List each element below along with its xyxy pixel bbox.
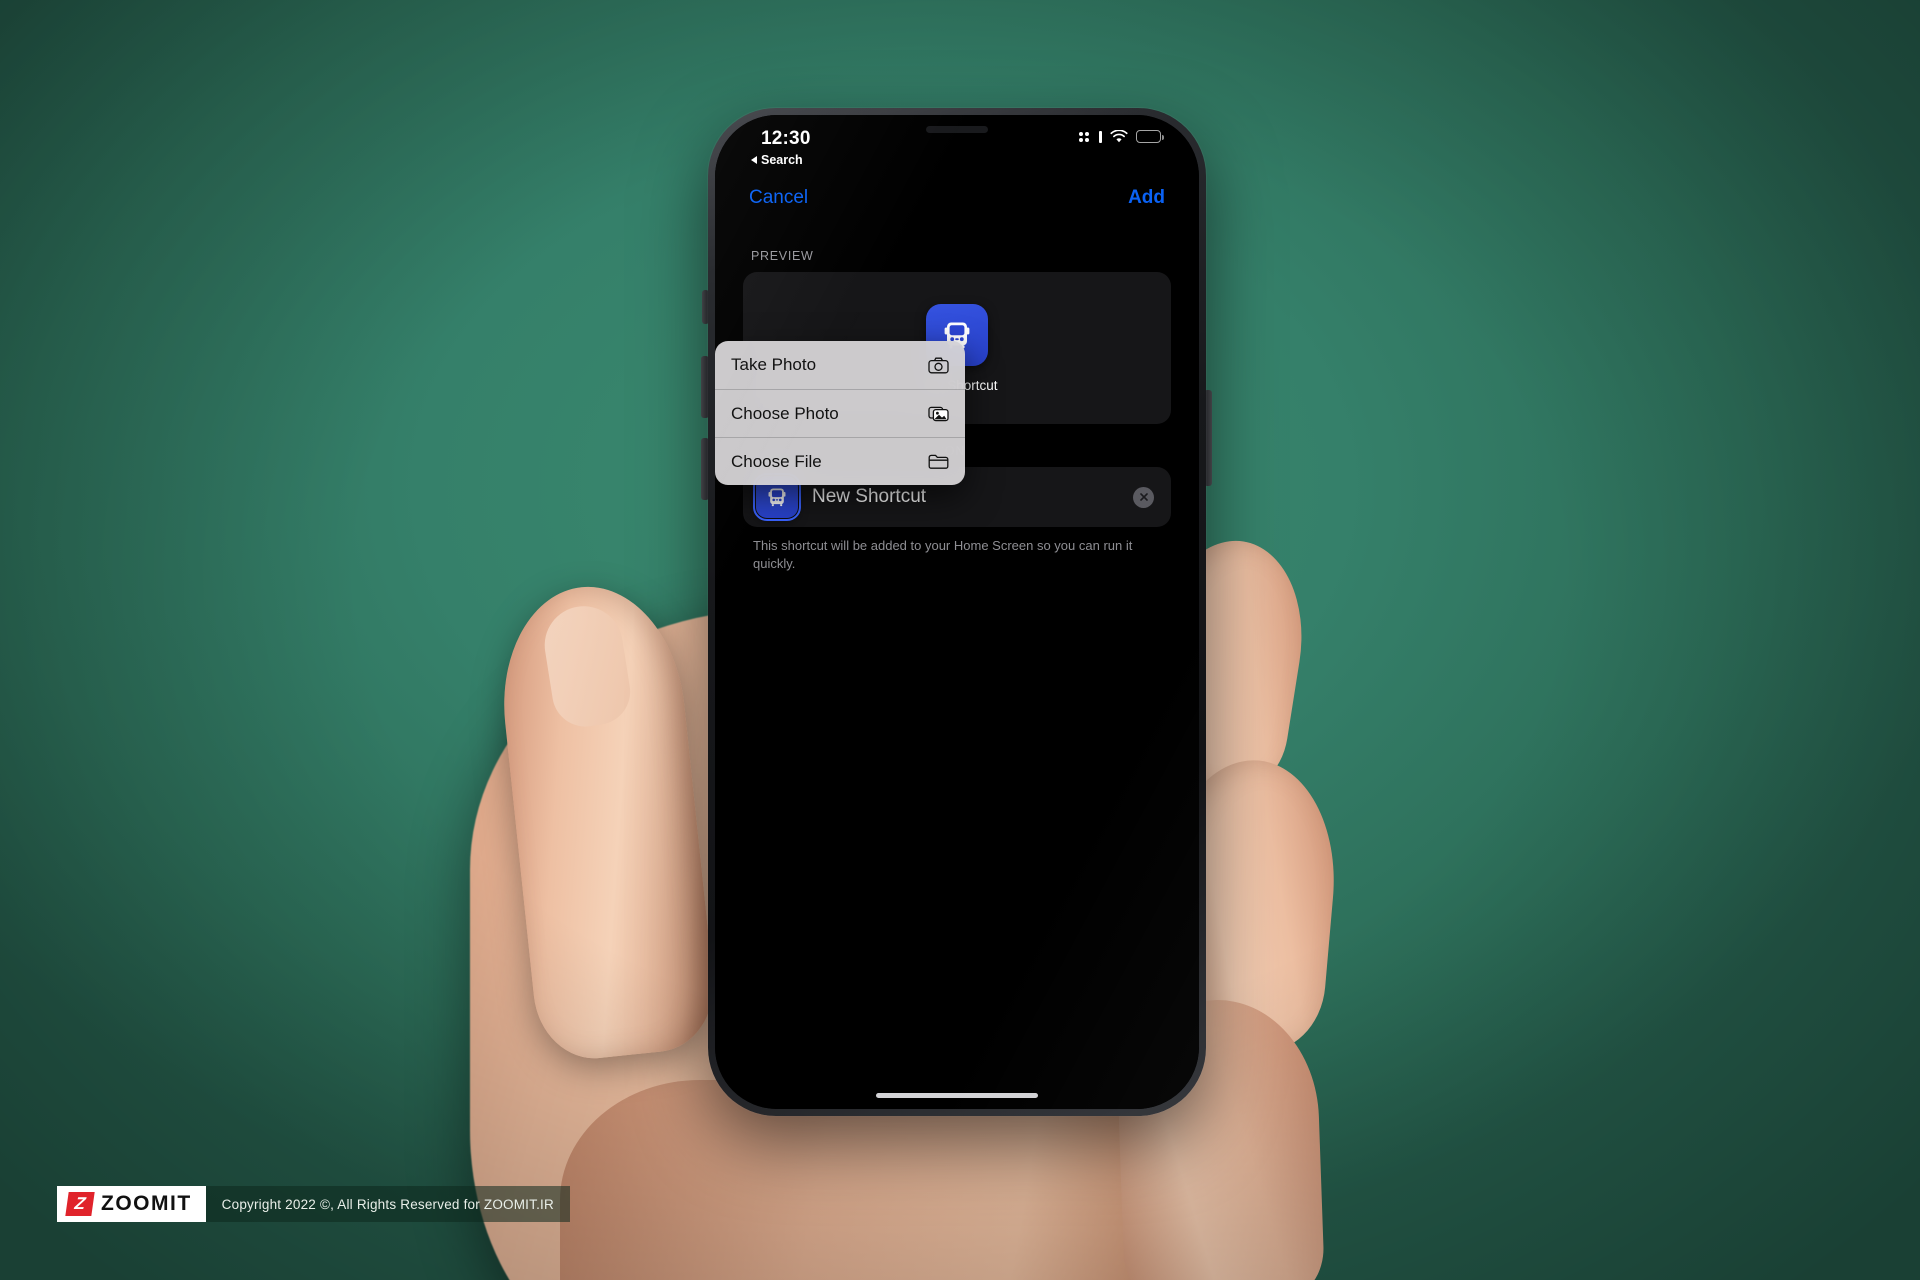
navigation-bar: Cancel Add bbox=[715, 167, 1199, 229]
cancel-button[interactable]: Cancel bbox=[749, 187, 808, 209]
cellular-signal-icon bbox=[1079, 131, 1089, 142]
camera-icon bbox=[928, 356, 949, 375]
folder-icon bbox=[928, 452, 949, 471]
menu-item-label: Choose File bbox=[731, 451, 822, 471]
menu-item-label: Choose Photo bbox=[731, 403, 839, 423]
notch bbox=[859, 115, 1055, 149]
back-to-search-button[interactable]: Search bbox=[751, 153, 803, 167]
phone-device: 12:30 Search Cancel Add PREVIEW Shortcut… bbox=[708, 108, 1206, 1116]
back-label: Search bbox=[761, 153, 803, 167]
phone-bezel: 12:30 Search Cancel Add PREVIEW Shortcut… bbox=[715, 115, 1199, 1109]
battery-icon bbox=[1136, 130, 1164, 143]
icon-source-context-menu: Take Photo Choose Photo Choose File bbox=[715, 341, 965, 485]
wifi-icon bbox=[1110, 129, 1128, 143]
status-clock: 12:30 bbox=[761, 128, 811, 149]
menu-item-choose-file[interactable]: Choose File bbox=[715, 437, 965, 485]
clear-text-button[interactable] bbox=[1133, 486, 1154, 508]
menu-item-choose-photo[interactable]: Choose Photo bbox=[715, 389, 965, 437]
photos-icon bbox=[928, 404, 949, 423]
zoomit-brand-text: ZOOMIT bbox=[101, 1192, 192, 1215]
copyright-text: Copyright 2022 ©, All Rights Reserved fo… bbox=[205, 1186, 570, 1222]
add-button[interactable]: Add bbox=[1128, 187, 1165, 209]
home-screen-footer-note: This shortcut will be added to your Home… bbox=[753, 538, 1133, 571]
shortcut-name-input[interactable]: New Shortcut bbox=[812, 486, 1119, 508]
clear-circle-icon bbox=[1139, 493, 1148, 501]
form-content: PREVIEW Shortcut New Shortcut This short… bbox=[715, 229, 1199, 1109]
zoomit-logo: Z ZOOMIT bbox=[57, 1186, 206, 1222]
menu-item-take-photo[interactable]: Take Photo bbox=[715, 341, 965, 389]
home-indicator[interactable] bbox=[876, 1093, 1038, 1098]
earpiece-speaker bbox=[926, 126, 988, 133]
menu-item-label: Take Photo bbox=[731, 355, 817, 374]
back-triangle-icon bbox=[751, 156, 757, 164]
phone-screen: 12:30 Search Cancel Add PREVIEW Shortcut… bbox=[715, 115, 1199, 1109]
status-indicators bbox=[1079, 129, 1164, 143]
watermark: Z ZOOMIT Copyright 2022 ©, All Rights Re… bbox=[57, 1186, 570, 1222]
preview-section-header: PREVIEW bbox=[751, 249, 814, 263]
signal-bar-icon bbox=[1099, 130, 1102, 143]
zoomit-z-mark: Z bbox=[65, 1192, 95, 1216]
